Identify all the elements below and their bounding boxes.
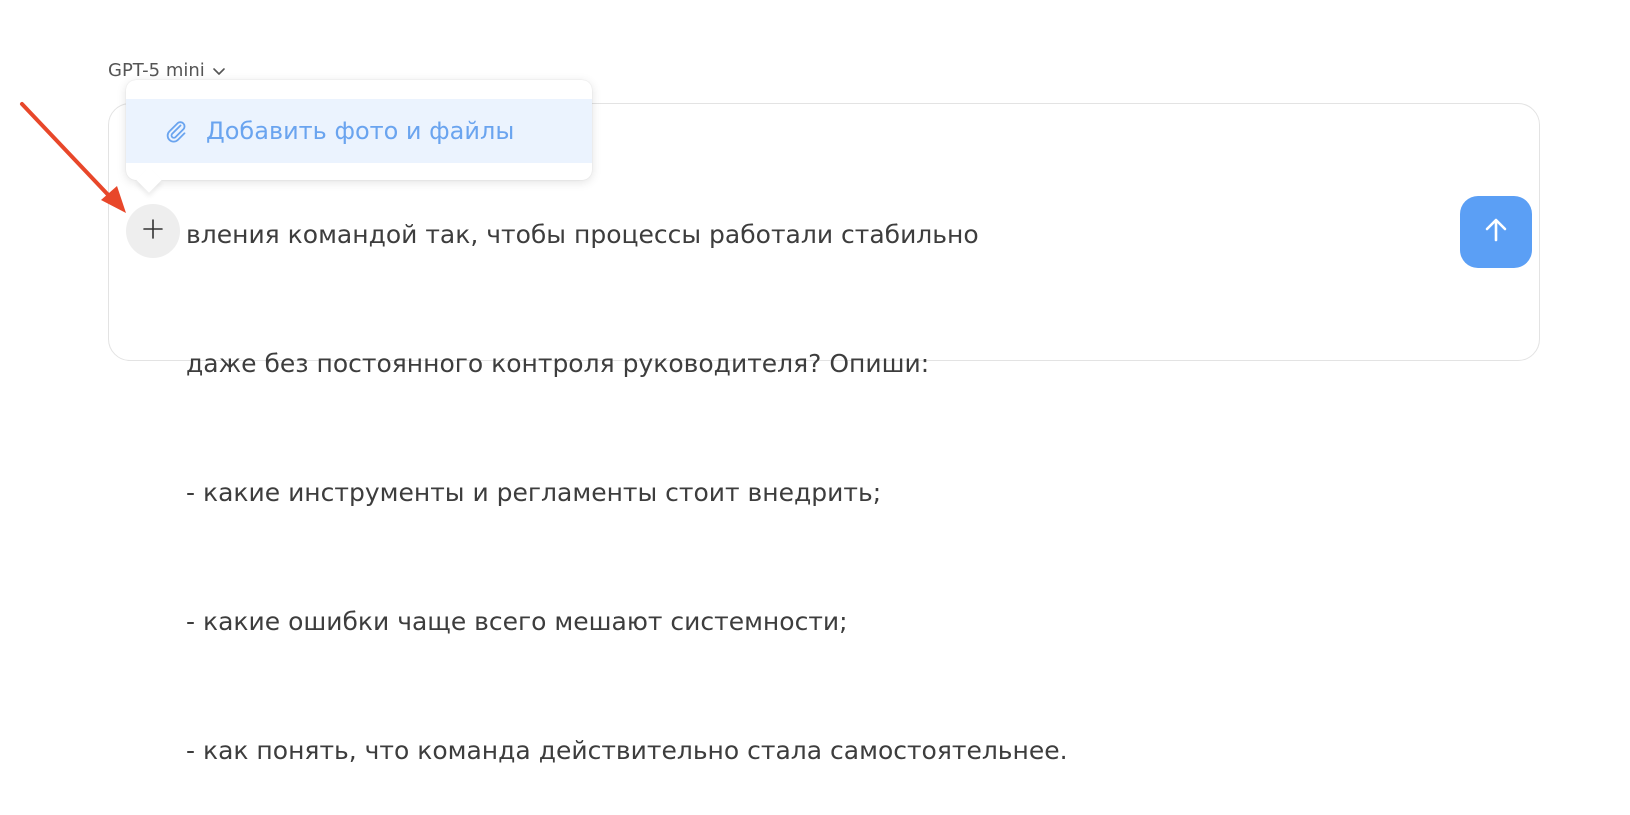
prompt-line: вления командой так, чтобы процессы рабо… (186, 220, 979, 249)
add-photos-files-label: Добавить фото и файлы (206, 117, 515, 145)
model-selector-label: GPT-5 mini (108, 60, 205, 81)
send-button[interactable] (1460, 196, 1532, 268)
add-photos-files-menu-item[interactable]: Добавить фото и файлы (126, 99, 592, 163)
prompt-line: - какие инструменты и регламенты стоит в… (186, 478, 882, 507)
prompt-line: даже без постоянного контроля руководите… (186, 349, 930, 378)
prompt-line: - как понять, что команда действительно … (186, 736, 1068, 765)
prompt-text[interactable]: вления командой так, чтобы процессы рабо… (186, 127, 1386, 815)
chevron-down-icon (211, 63, 227, 79)
model-selector[interactable]: GPT-5 mini (108, 60, 227, 81)
add-attachment-button[interactable] (126, 204, 180, 258)
attachment-popup: Добавить фото и файлы (126, 80, 592, 180)
paperclip-icon (164, 119, 188, 143)
arrow-up-icon (1481, 215, 1511, 249)
plus-icon (142, 218, 164, 244)
prompt-line: - какие ошибки чаще всего мешают системн… (186, 607, 848, 636)
